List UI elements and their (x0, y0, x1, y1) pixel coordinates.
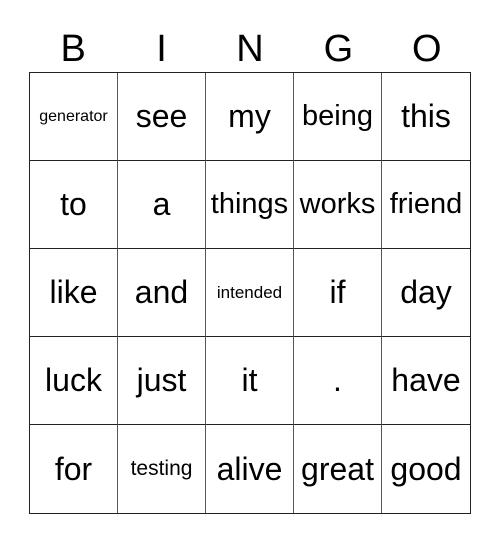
bingo-cell: it (206, 337, 294, 425)
bingo-cell: a (118, 161, 206, 249)
bingo-cell: see (118, 73, 206, 161)
bingo-cell: generator (30, 73, 118, 161)
bingo-cell: if (294, 249, 382, 337)
bingo-cell: being (294, 73, 382, 161)
bingo-cell: luck (30, 337, 118, 425)
bingo-cell: have (382, 337, 470, 425)
bingo-cell: this (382, 73, 470, 161)
bingo-cell: things (206, 161, 294, 249)
header-letter-g: G (323, 28, 354, 70)
bingo-cell: day (382, 249, 470, 337)
header-letter-i: I (156, 28, 167, 70)
bingo-cell: testing (118, 425, 206, 513)
bingo-cell: good (390, 450, 462, 487)
bingo-cell: intended (206, 249, 294, 337)
bingo-cell: works (294, 161, 382, 249)
bingo-cell: to (30, 161, 118, 249)
bingo-cell: just (118, 337, 206, 425)
bingo-cell: my (206, 73, 294, 161)
bingo-cell: friend (382, 161, 470, 249)
header-letter-b: B (60, 28, 86, 70)
bingo-cell: alive (206, 425, 294, 513)
bingo-cell: great (294, 425, 382, 513)
header-letter-o: O (411, 28, 442, 70)
bingo-header: B I N G O (29, 26, 471, 72)
header-letter-n: N (236, 28, 264, 70)
bingo-cell: and (118, 249, 206, 337)
bingo-card-grid: generator see my being this to a things … (29, 72, 471, 514)
bingo-cell: . (294, 337, 382, 425)
bingo-cell: for (30, 425, 118, 513)
bingo-cell: like (30, 249, 118, 337)
